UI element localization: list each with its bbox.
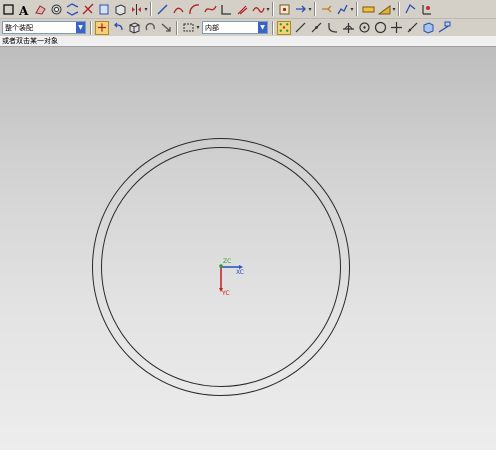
chevron-down-icon[interactable]: ▾ bbox=[392, 2, 396, 16]
measure-icon[interactable] bbox=[319, 2, 333, 16]
arc-icon[interactable] bbox=[187, 2, 201, 16]
move-icon[interactable] bbox=[293, 2, 307, 16]
undo-icon[interactable] bbox=[111, 21, 125, 35]
snap-face-icon[interactable] bbox=[421, 21, 435, 35]
sketch-rect-icon[interactable] bbox=[1, 2, 15, 16]
view-icon[interactable] bbox=[403, 2, 417, 16]
toolbar-separator bbox=[272, 20, 274, 35]
arrow-move-icon[interactable] bbox=[159, 21, 173, 35]
chevron-down-icon[interactable]: ▼ bbox=[76, 22, 85, 33]
solid-body-icon[interactable] bbox=[127, 21, 141, 35]
selection-toolbar: 整个装配 ▼ ▾ 内部 ▼ bbox=[0, 19, 496, 36]
line-icon[interactable] bbox=[155, 2, 169, 16]
wcs-triad: XC YC ZC bbox=[219, 258, 244, 297]
snap-control-icon[interactable] bbox=[325, 21, 339, 35]
hole-icon[interactable] bbox=[49, 2, 63, 16]
shade-icon[interactable] bbox=[377, 2, 391, 16]
graphics-window[interactable]: XC YC ZC bbox=[0, 47, 496, 450]
snap-center-icon[interactable] bbox=[357, 21, 371, 35]
toolbar-separator bbox=[356, 2, 358, 16]
x-axis-label: XC bbox=[236, 269, 244, 276]
snap-endpoint-icon[interactable] bbox=[293, 21, 307, 35]
assembly-filter-select[interactable]: 整个装配 ▼ bbox=[2, 21, 86, 34]
selection-scope-value: 内部 bbox=[205, 23, 219, 32]
wave-icon[interactable] bbox=[251, 2, 265, 16]
chevron-down-icon[interactable]: ▾ bbox=[350, 2, 354, 16]
snap-midpoint-icon[interactable] bbox=[309, 21, 323, 35]
spline-icon[interactable] bbox=[203, 2, 217, 16]
toolbar-separator bbox=[314, 2, 316, 16]
rectangle-select-icon[interactable] bbox=[181, 21, 195, 35]
chevron-down-icon[interactable]: ▾ bbox=[144, 2, 148, 16]
assembly-filter-value: 整个装配 bbox=[5, 23, 33, 32]
chevron-down-icon[interactable]: ▾ bbox=[196, 21, 200, 35]
svg-text:A: A bbox=[18, 4, 29, 16]
snap-point-icon[interactable] bbox=[389, 21, 403, 35]
snap-quadrant-icon[interactable] bbox=[373, 21, 387, 35]
z-axis-label: ZC bbox=[223, 258, 231, 265]
y-axis-label: YC bbox=[221, 290, 230, 297]
sheet-icon[interactable] bbox=[97, 2, 111, 16]
point-icon[interactable] bbox=[277, 2, 291, 16]
box-icon[interactable] bbox=[113, 2, 127, 16]
pattern-icon[interactable] bbox=[65, 2, 79, 16]
rotate-icon[interactable] bbox=[143, 21, 157, 35]
toolbar-separator bbox=[398, 2, 400, 16]
chevron-down-icon[interactable]: ▾ bbox=[308, 2, 312, 16]
select-point-icon[interactable] bbox=[95, 20, 109, 35]
toolbar-separator bbox=[272, 2, 274, 16]
mirror-icon[interactable] bbox=[129, 2, 143, 16]
snap-intersection-icon[interactable] bbox=[341, 21, 355, 35]
snap-on-curve-icon[interactable] bbox=[405, 21, 419, 35]
snap-bounded-icon[interactable] bbox=[437, 21, 451, 35]
view-orient-icon[interactable] bbox=[419, 2, 433, 16]
toolbar-separator bbox=[176, 20, 178, 35]
prompt-line: 或者双击某一对象 bbox=[0, 36, 496, 47]
chevron-down-icon[interactable]: ▼ bbox=[258, 22, 267, 33]
curve-icon[interactable] bbox=[171, 2, 185, 16]
selection-scope-select[interactable]: 内部 ▼ bbox=[202, 21, 268, 34]
text-A-icon[interactable]: A bbox=[17, 2, 31, 16]
trim-icon[interactable] bbox=[81, 2, 95, 16]
toolbar-separator bbox=[150, 2, 152, 16]
analysis-icon[interactable] bbox=[335, 2, 349, 16]
offset-icon[interactable] bbox=[235, 2, 249, 16]
render-icon[interactable] bbox=[361, 2, 375, 16]
chevron-down-icon[interactable]: ▾ bbox=[266, 2, 270, 16]
corner-icon[interactable] bbox=[219, 2, 233, 16]
toolbar-separator bbox=[90, 20, 92, 35]
feature-icon[interactable] bbox=[33, 2, 47, 16]
standard-toolbar: A ▾ ▾ ▾ ▾ ▾ bbox=[0, 0, 496, 19]
graphics-canvas[interactable]: XC YC ZC bbox=[0, 47, 496, 450]
snap-all-icon[interactable] bbox=[277, 20, 291, 35]
